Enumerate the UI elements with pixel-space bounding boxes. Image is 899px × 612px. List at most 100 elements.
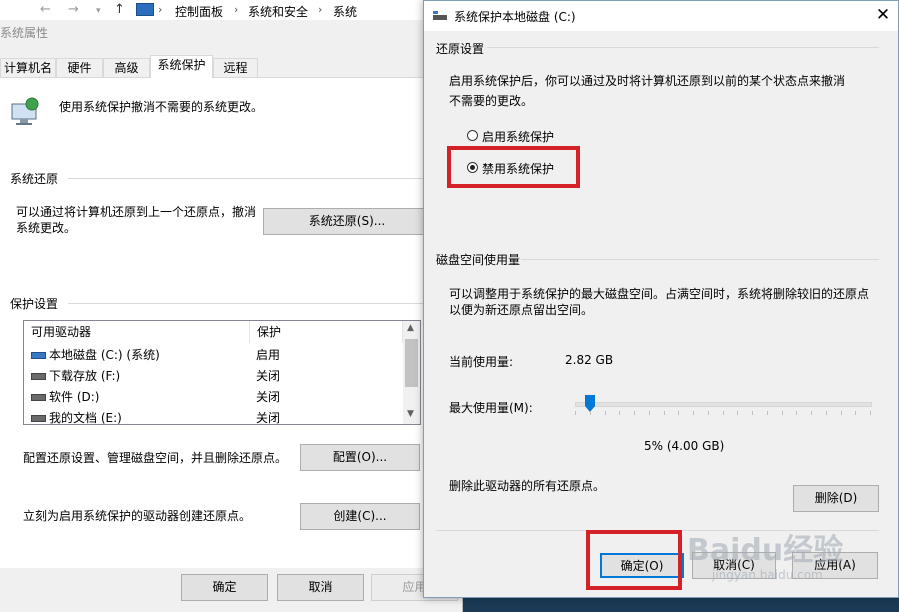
system-restore-button[interactable]: 系统还原(S)... (263, 208, 430, 235)
breadcrumb-system[interactable]: 系统 (333, 3, 357, 20)
chevron-down-icon[interactable]: ▾ (96, 6, 101, 16)
table-row[interactable]: 本地磁盘 (C:) (系统) 启用 (24, 345, 402, 366)
system-protection-icon (11, 97, 39, 125)
drive-protection-status: 关闭 (256, 369, 281, 383)
delete-button[interactable]: 删除(D) (793, 485, 879, 512)
enable-protection-radio[interactable] (467, 130, 478, 141)
tab-hardware[interactable]: 硬件 (56, 58, 103, 77)
tab-advanced[interactable]: 高级 (103, 58, 150, 77)
column-header-drive[interactable]: 可用驱动器 (24, 321, 250, 343)
divider (487, 47, 879, 48)
system-drive-icon (31, 352, 46, 359)
watermark-url: jingyan.baidu.com (712, 568, 823, 582)
breadcrumb-control-panel[interactable]: 控制面板 (175, 3, 223, 20)
current-usage-label: 当前使用量: (449, 355, 514, 369)
slider-tick (870, 411, 871, 415)
slider-thumb[interactable] (585, 395, 595, 412)
forward-arrow-icon[interactable]: → (68, 2, 79, 17)
restore-section-label: 系统还原 (10, 172, 59, 186)
watermark-logo: Baidu经验 (687, 533, 844, 568)
slider-tick (693, 411, 694, 415)
slider-tick (855, 411, 856, 415)
drive-icon (31, 394, 46, 401)
divider (521, 259, 879, 260)
slider-tick (619, 411, 620, 415)
column-header-protection[interactable]: 保护 (250, 321, 403, 343)
close-icon[interactable]: ✕ (871, 4, 895, 26)
drive-name-text: 我的文档 (E:) (49, 411, 122, 425)
slider-tick (826, 411, 827, 415)
drive-icon (433, 11, 447, 20)
configure-button[interactable]: 配置(O)... (300, 444, 420, 471)
breadcrumb-separator-icon: › (234, 3, 239, 16)
breadcrumb-system-security[interactable]: 系统和安全 (248, 3, 308, 20)
slider-tick (678, 411, 679, 415)
ok-button[interactable]: 确定 (181, 574, 268, 601)
breadcrumb-separator-icon: › (318, 3, 323, 16)
tab-strip: 计算机名 硬件 高级 系统保护 远程 (0, 55, 462, 78)
create-description: 立刻为启用系统保护的驱动器创建还原点。 (23, 509, 252, 523)
slider-tick (782, 411, 783, 415)
drive-name-text: 本地磁盘 (C:) (系统) (49, 348, 160, 362)
slider-tick (664, 411, 665, 415)
slider-tick (752, 411, 753, 415)
drive-protection-status: 启用 (256, 348, 281, 362)
cancel-button[interactable]: 取消 (277, 574, 364, 601)
slider-tick (575, 411, 576, 415)
table-row[interactable]: 我的文档 (E:) 关闭 (24, 408, 402, 425)
drive-name: 我的文档 (E:) (31, 408, 122, 425)
configure-description: 配置还原设置、管理磁盘空间，并且删除还原点。 (23, 451, 288, 465)
drive-name-text: 软件 (D:) (49, 390, 100, 404)
tab-remote[interactable]: 远程 (213, 58, 258, 77)
max-usage-slider[interactable] (575, 402, 872, 407)
table-row[interactable]: 下载存放 (F:) 关闭 (24, 366, 402, 387)
drive-name-text: 下载存放 (F:) (49, 369, 121, 383)
protection-section-label: 保护设置 (10, 297, 59, 311)
max-usage-value: 5% (4.00 GB) (644, 439, 725, 453)
table-row[interactable]: 软件 (D:) 关闭 (24, 387, 402, 408)
up-arrow-icon[interactable]: ↑ (114, 2, 125, 17)
dialog-titlebar: 系统保护本地磁盘 (C:) ✕ (424, 1, 898, 31)
scroll-up-icon[interactable]: ▲ (407, 323, 414, 333)
tab-system-protection[interactable]: 系统保护 (150, 55, 213, 78)
intro-text: 使用系统保护撤消不需要的系统更改。 (59, 100, 264, 114)
divider (68, 303, 424, 304)
disk-usage-label: 磁盘空间使用量 (436, 253, 521, 267)
drive-name: 本地磁盘 (C:) (系统) (31, 345, 160, 366)
divider (68, 178, 424, 179)
vertical-scrollbar[interactable]: ▲ ▼ (403, 321, 420, 424)
scroll-down-icon[interactable]: ▼ (407, 409, 414, 419)
slider-tick (811, 411, 812, 415)
slider-tick (605, 411, 606, 415)
drive-list[interactable]: 可用驱动器 保护 本地磁盘 (C:) (系统) 启用 下载存放 (F:) 关闭 … (23, 320, 421, 425)
restore-settings-label: 还原设置 (436, 42, 485, 56)
control-panel-icon (136, 3, 154, 16)
drive-icon (31, 415, 46, 422)
disk-usage-description: 可以调整用于系统保护的最大磁盘空间。占满空间时，系统将删除较旧的还原点以便为新还… (449, 287, 870, 317)
slider-tick (590, 411, 591, 415)
highlight-box (586, 530, 682, 590)
enable-protection-label[interactable]: 启用系统保护 (482, 128, 554, 145)
dialog-title: 系统保护本地磁盘 (C:) (454, 10, 576, 24)
slider-tick (767, 411, 768, 415)
slider-tick (723, 411, 724, 415)
system-protection-dialog: 系统保护本地磁盘 (C:) ✕ 还原设置 启用系统保护后，你可以通过及时将计算机… (423, 0, 899, 598)
slider-tick (649, 411, 650, 415)
slider-tick (708, 411, 709, 415)
delete-description: 删除此驱动器的所有还原点。 (449, 479, 606, 493)
drive-name: 软件 (D:) (31, 387, 99, 408)
restore-settings-description: 启用系统保护后，你可以通过及时将计算机还原到以前的某个状态点来撤消不需要的更改。 (449, 74, 846, 108)
drive-icon (31, 373, 46, 380)
back-arrow-icon[interactable]: ← (40, 2, 51, 17)
scroll-thumb[interactable] (405, 339, 418, 387)
system-properties-window: 系统属性 计算机名 硬件 高级 系统保护 远程 使用系统保护撤消不需要的系统更改… (0, 20, 463, 612)
highlight-box (447, 146, 580, 188)
explorer-address-bar: ← → ▾ ↑ › 控制面板 › 系统和安全 › 系统 (0, 0, 430, 21)
window-title: 系统属性 (0, 26, 49, 40)
create-button[interactable]: 创建(C)... (300, 503, 420, 530)
tab-computer-name[interactable]: 计算机名 (0, 58, 56, 77)
max-usage-label: 最大使用量(M): (449, 401, 533, 415)
slider-tick (634, 411, 635, 415)
drive-name: 下载存放 (F:) (31, 366, 120, 387)
drive-protection-status: 关闭 (256, 411, 281, 425)
